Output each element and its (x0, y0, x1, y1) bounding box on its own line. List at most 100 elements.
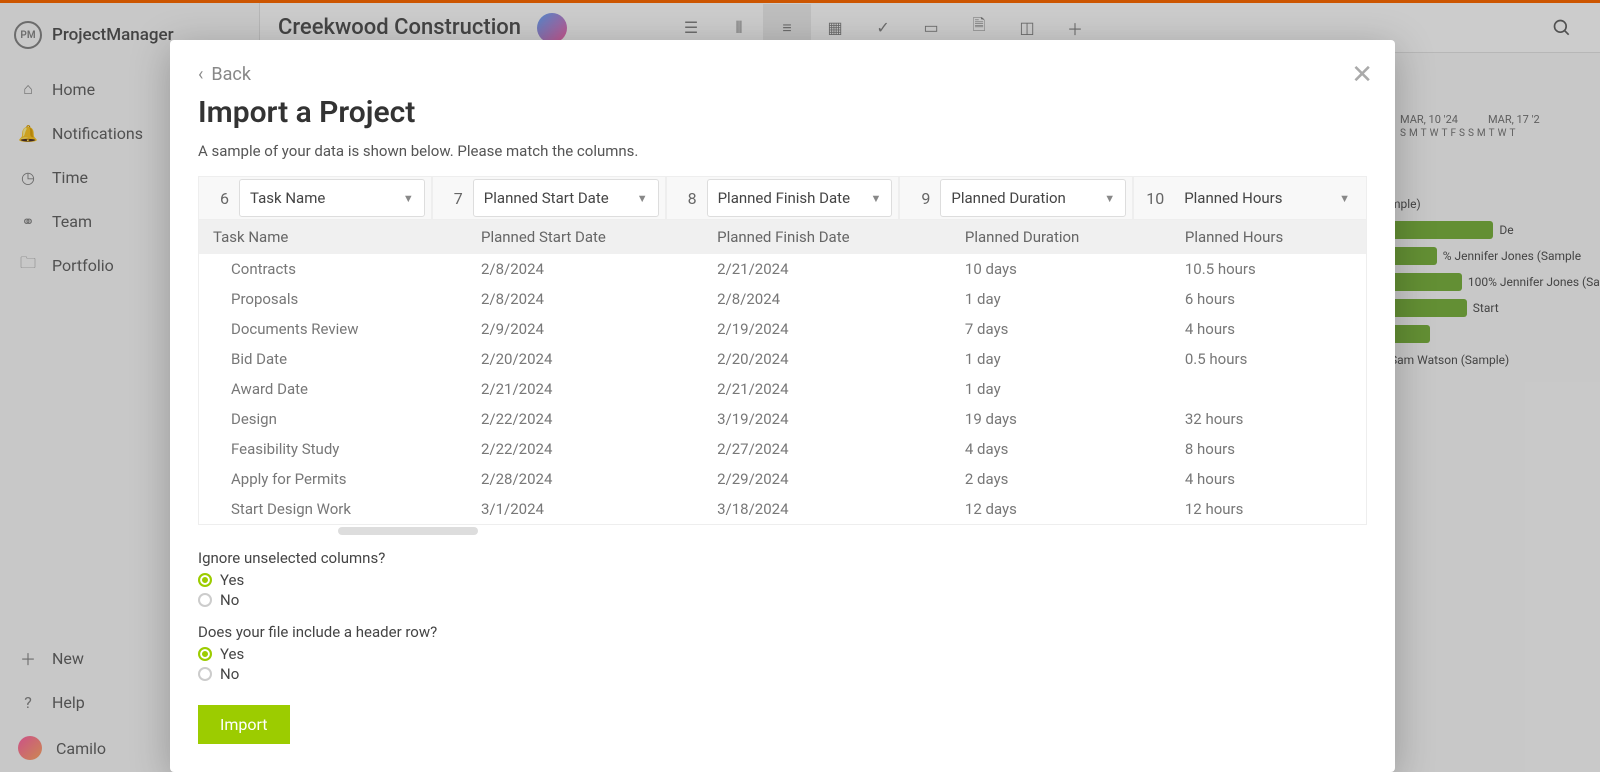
table-row: Start Design Work3/1/20243/18/202412 day… (199, 494, 1366, 524)
table-cell: Award Date (199, 374, 467, 404)
table-cell: Design (199, 404, 467, 434)
modal-title: Import a Project (198, 95, 1367, 130)
table-cell: 12 days (951, 494, 1171, 524)
table-cell: 2/21/2024 (703, 374, 951, 404)
table-cell: 0.5 hours (1171, 344, 1366, 374)
column-map-cell: 10 Planned Hours ▼ (1133, 176, 1367, 220)
close-icon: ✕ (1351, 60, 1373, 90)
column-select-value: Planned Finish Date (718, 189, 850, 207)
table-cell: 3/1/2024 (467, 494, 703, 524)
table-cell: 2/9/2024 (467, 314, 703, 344)
column-select-value: Task Name (250, 189, 325, 207)
table-header: Planned Start Date (467, 220, 703, 254)
back-label: Back (211, 64, 251, 85)
table-cell: 2/27/2024 (703, 434, 951, 464)
table-cell: 1 day (951, 284, 1171, 314)
radio-unselected-icon (198, 593, 212, 607)
table-header: Planned Hours (1171, 220, 1366, 254)
col-number: 6 (199, 189, 239, 208)
radio-selected-icon (198, 573, 212, 587)
table-header: Planned Finish Date (703, 220, 951, 254)
column-map-cell: 7 Planned Start Date ▼ (432, 176, 666, 220)
modal-subtitle: A sample of your data is shown below. Pl… (198, 142, 1367, 160)
table-row: Bid Date2/20/20242/20/20241 day0.5 hours (199, 344, 1366, 374)
q1-no-radio[interactable]: No (198, 591, 1367, 609)
question-ignore-columns: Ignore unselected columns? Yes No (198, 549, 1367, 609)
table-cell: 2/22/2024 (467, 404, 703, 434)
question-header-row: Does your file include a header row? Yes… (198, 623, 1367, 683)
q1-yes-radio[interactable]: Yes (198, 571, 1367, 589)
table-cell: Documents Review (199, 314, 467, 344)
table-cell: 4 hours (1171, 464, 1366, 494)
q2-no-radio[interactable]: No (198, 665, 1367, 683)
table-row: Feasibility Study2/22/20242/27/20244 day… (199, 434, 1366, 464)
column-map-cell: 6 Task Name ▼ (198, 176, 432, 220)
column-select[interactable]: Planned Finish Date ▼ (707, 179, 893, 217)
table-cell: 2/19/2024 (703, 314, 951, 344)
table-cell: 2/29/2024 (703, 464, 951, 494)
table-cell: 1 day (951, 344, 1171, 374)
column-select-value: Planned Start Date (484, 189, 609, 207)
table-cell: 6 hours (1171, 284, 1366, 314)
radio-unselected-icon (198, 667, 212, 681)
col-number: 9 (900, 189, 940, 208)
q1-label: Ignore unselected columns? (198, 549, 1367, 567)
table-cell: 32 hours (1171, 404, 1366, 434)
table-row: Contracts2/8/20242/21/202410 days10.5 ho… (199, 254, 1366, 284)
table-cell: 2/21/2024 (467, 374, 703, 404)
table-cell (1171, 374, 1366, 404)
column-map-cell: 8 Planned Finish Date ▼ (666, 176, 900, 220)
table-cell: 2/28/2024 (467, 464, 703, 494)
chevron-left-icon: ‹ (198, 64, 203, 85)
table-cell: 1 day (951, 374, 1171, 404)
table-row: Award Date2/21/20242/21/20241 day (199, 374, 1366, 404)
column-select-value: Planned Hours (1184, 189, 1282, 207)
column-select[interactable]: Planned Duration ▼ (940, 179, 1126, 217)
table-cell: 8 hours (1171, 434, 1366, 464)
table-cell: 2/21/2024 (703, 254, 951, 284)
table-cell: 2/20/2024 (703, 344, 951, 374)
table-row: Documents Review2/9/20242/19/20247 days4… (199, 314, 1366, 344)
column-select[interactable]: Planned Start Date ▼ (473, 179, 659, 217)
table-cell: Bid Date (199, 344, 467, 374)
table-cell: 19 days (951, 404, 1171, 434)
table-cell: 3/18/2024 (703, 494, 951, 524)
table-cell: Apply for Permits (199, 464, 467, 494)
table-cell: Feasibility Study (199, 434, 467, 464)
back-button[interactable]: ‹ Back (198, 64, 1367, 85)
caret-down-icon: ▼ (871, 192, 882, 205)
column-select[interactable]: Planned Hours ▼ (1174, 179, 1360, 217)
table-cell: Proposals (199, 284, 467, 314)
table-cell: 10.5 hours (1171, 254, 1366, 284)
table-cell: Contracts (199, 254, 467, 284)
import-button[interactable]: Import (198, 705, 290, 744)
table-cell: 10 days (951, 254, 1171, 284)
table-cell: 4 hours (1171, 314, 1366, 344)
table-cell: Start Design Work (199, 494, 467, 524)
close-button[interactable]: ✕ (1351, 60, 1373, 90)
caret-down-icon: ▼ (1104, 192, 1115, 205)
table-cell: 2 days (951, 464, 1171, 494)
table-cell: 2/8/2024 (467, 284, 703, 314)
col-number: 10 (1134, 189, 1174, 208)
table-cell: 2/8/2024 (703, 284, 951, 314)
table-header: Planned Duration (951, 220, 1171, 254)
table-cell: 12 hours (1171, 494, 1366, 524)
q2-yes-radio[interactable]: Yes (198, 645, 1367, 663)
column-map-cell: 9 Planned Duration ▼ (899, 176, 1133, 220)
radio-selected-icon (198, 647, 212, 661)
table-cell: 3/19/2024 (703, 404, 951, 434)
table-cell: 2/20/2024 (467, 344, 703, 374)
table-row: Proposals2/8/20242/8/20241 day6 hours (199, 284, 1366, 314)
column-mapping-row: 6 Task Name ▼ 7 Planned Start Date ▼ 8 P… (198, 176, 1367, 220)
column-select-value: Planned Duration (951, 189, 1065, 207)
caret-down-icon: ▼ (1339, 192, 1350, 205)
caret-down-icon: ▼ (403, 192, 414, 205)
preview-table: Task NamePlanned Start DatePlanned Finis… (199, 220, 1366, 524)
table-cell: 2/8/2024 (467, 254, 703, 284)
table-row: Design2/22/20243/19/202419 days32 hours (199, 404, 1366, 434)
import-label: Import (220, 715, 268, 734)
column-select[interactable]: Task Name ▼ (239, 179, 425, 217)
table-cell: 2/22/2024 (467, 434, 703, 464)
horizontal-scrollbar[interactable] (338, 527, 478, 535)
